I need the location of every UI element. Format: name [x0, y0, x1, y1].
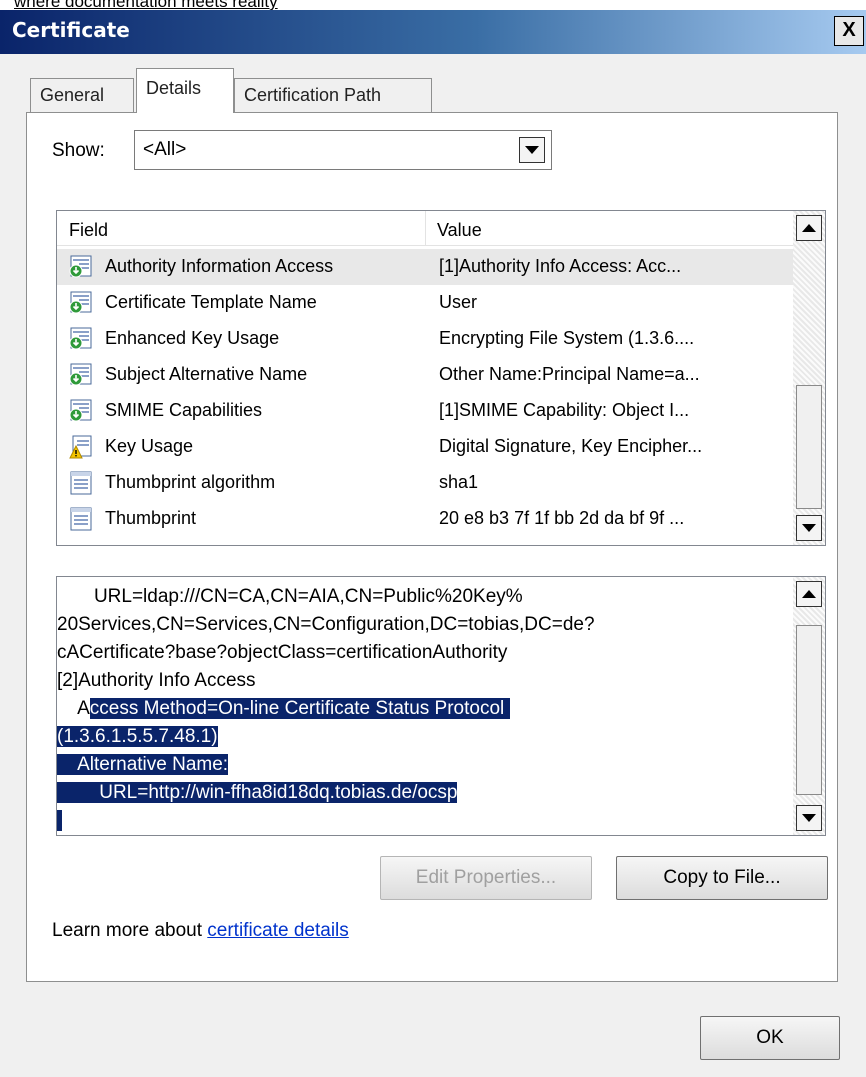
list-scrollbar[interactable]: [793, 211, 825, 545]
field-value: Encrypting File System (1.3.6....: [439, 328, 695, 348]
field-name: Thumbprint: [105, 508, 197, 528]
field-name: Enhanced Key Usage: [105, 328, 280, 348]
field-value: [1]SMIME Capability: Object I...: [439, 400, 690, 420]
property-icon: [69, 470, 93, 496]
column-divider[interactable]: [425, 211, 426, 245]
column-header-value[interactable]: Value: [437, 220, 482, 241]
detail-line: Alternative Name:: [57, 751, 229, 779]
detail-text: URL=ldap:///CN=CA,CN=AIA,CN=Public%20Key…: [57, 586, 523, 607]
list-row[interactable]: Enhanced Key Usage Encrypting File System…: [57, 321, 793, 357]
detail-line: Access Method=On-line Certificate Status…: [57, 695, 510, 723]
field-value: 20 e8 b3 7f 1f bb 2d da bf 9f ...: [439, 508, 685, 528]
copy-to-file-button[interactable]: Copy to File...: [616, 856, 828, 900]
list-row[interactable]: Thumbprint algorithm sha1: [57, 465, 793, 501]
scroll-down-button[interactable]: [796, 515, 822, 541]
detail-scroll-down-button[interactable]: [796, 805, 822, 831]
window-title: Certificate: [12, 18, 130, 42]
detail-scrollbar[interactable]: [793, 577, 825, 835]
detail-line: (1.3.6.1.5.5.7.48.1): [57, 723, 218, 751]
field-value: [1]Authority Info Access: Acc...: [439, 256, 682, 276]
field-name: Authority Information Access: [105, 256, 334, 276]
arrow-down-icon: [802, 524, 816, 532]
detail-line: URL=ldap:///CN=CA,CN=AIA,CN=Public%20Key…: [57, 583, 523, 611]
field-detail-textbox[interactable]: URL=ldap:///CN=CA,CN=AIA,CN=Public%20Key…: [56, 576, 826, 836]
tab-general[interactable]: General: [30, 78, 134, 112]
list-row[interactable]: Subject Alternative Name Other Name:Princ…: [57, 357, 793, 393]
field-value: Digital Signature, Key Encipher...: [439, 436, 703, 456]
critical-extension-warning-icon: [69, 434, 93, 460]
certificate-details-link[interactable]: certificate details: [207, 920, 349, 941]
tab-certification-path[interactable]: Certification Path: [234, 78, 432, 112]
show-dropdown[interactable]: <All>: [134, 130, 552, 170]
selected-text: URL=http://win-ffha8id18dq.tobias.de/ocs…: [57, 782, 458, 803]
scroll-up-button[interactable]: [796, 215, 822, 241]
cert-extension-icon: [69, 398, 93, 424]
detail-text: [2]Authority Info Access: [57, 670, 256, 691]
list-row[interactable]: SMIME Capabilities [1]SMIME Capability: O…: [57, 393, 793, 429]
field-name: SMIME Capabilities: [105, 400, 263, 420]
cert-extension-icon: [69, 362, 93, 388]
learn-more-text: Learn more about certificate details: [52, 920, 349, 942]
cert-extension-icon: [69, 254, 93, 280]
detail-scroll-up-button[interactable]: [796, 581, 822, 607]
property-icon: [69, 506, 93, 532]
close-button[interactable]: X: [834, 16, 864, 46]
selected-text: (1.3.6.1.5.5.7.48.1): [57, 726, 218, 747]
detail-line: 20Services,CN=Services,CN=Configuration,…: [57, 611, 595, 639]
edit-properties-button[interactable]: Edit Properties...: [380, 856, 592, 900]
list-header: Field Value: [57, 211, 793, 246]
dropdown-arrow-button[interactable]: [519, 137, 545, 163]
field-name: Key Usage: [105, 436, 194, 456]
field-name: Thumbprint algorithm: [105, 472, 276, 492]
field-value: Other Name:Principal Name=a...: [439, 364, 700, 384]
cert-extension-icon: [69, 290, 93, 316]
field-value: User: [439, 292, 478, 312]
detail-line: [2]Authority Info Access: [57, 667, 256, 695]
field-list[interactable]: Field Value Authority Information Access…: [56, 210, 826, 546]
show-label: Show:: [52, 140, 105, 161]
title-bar[interactable]: Certificate X: [0, 10, 866, 54]
detail-line: cACertificate?base?objectClass=certifica…: [57, 639, 507, 667]
chevron-down-icon: [525, 146, 539, 154]
scroll-thumb[interactable]: [796, 385, 822, 509]
list-row[interactable]: Thumbprint 20 e8 b3 7f 1f bb 2d da bf 9f …: [57, 501, 793, 537]
column-header-field[interactable]: Field: [69, 220, 108, 241]
tab-details[interactable]: Details: [136, 68, 234, 113]
arrow-up-icon: [802, 590, 816, 598]
detail-line: [57, 807, 63, 835]
arrow-down-icon: [802, 814, 816, 822]
show-dropdown-value: <All>: [143, 139, 187, 160]
field-value: sha1: [439, 472, 479, 492]
list-row[interactable]: Authority Information Access [1]Authority…: [57, 249, 793, 285]
detail-line: URL=http://win-ffha8id18dq.tobias.de/ocs…: [57, 779, 458, 807]
detail-text: A: [57, 698, 90, 719]
ok-button[interactable]: OK: [700, 1016, 840, 1060]
selected-text: [57, 810, 63, 831]
learn-more-label: Learn more about: [52, 920, 208, 941]
list-row[interactable]: Certificate Template Name User: [57, 285, 793, 321]
detail-text: cACertificate?base?objectClass=certifica…: [57, 642, 508, 663]
field-name: Certificate Template Name: [105, 292, 317, 312]
field-name: Subject Alternative Name: [105, 364, 308, 384]
cert-extension-icon: [69, 326, 93, 352]
certificate-dialog: Certificate X General Details Certificat…: [0, 10, 866, 1077]
selected-text: Alternative Name:: [57, 754, 229, 775]
list-row[interactable]: Key Usage Digital Signature, Key Encipher…: [57, 429, 793, 465]
detail-scroll-thumb[interactable]: [796, 625, 822, 795]
arrow-up-icon: [802, 224, 816, 232]
detail-text: 20Services,CN=Services,CN=Configuration,…: [57, 614, 595, 635]
selected-text: ccess Method=On-line Certificate Status …: [89, 698, 510, 719]
